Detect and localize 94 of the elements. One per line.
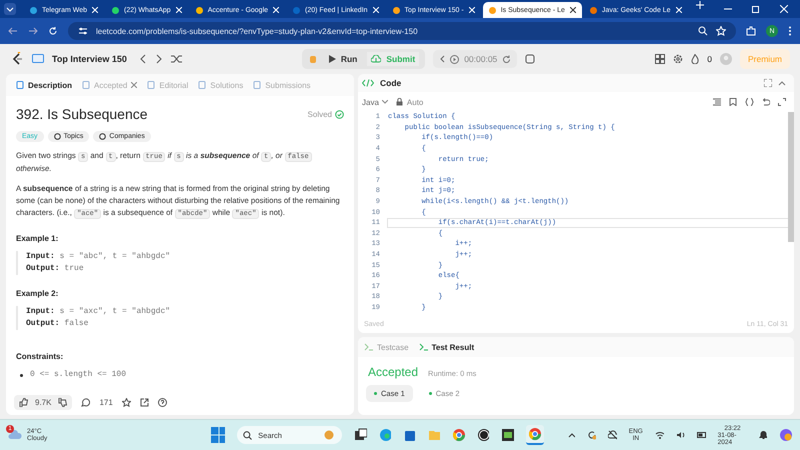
next-icon[interactable] xyxy=(154,54,163,64)
star-icon[interactable] xyxy=(122,398,131,406)
restore-icon[interactable] xyxy=(752,5,760,13)
back-icon[interactable] xyxy=(8,26,18,36)
favicon-icon xyxy=(293,6,300,14)
verdict-text: Accepted xyxy=(368,365,418,379)
extensions-icon[interactable] xyxy=(746,26,756,36)
thumbs-up-icon[interactable] xyxy=(19,398,28,406)
like-count: 9.7K xyxy=(35,398,52,406)
chrome-icon[interactable] xyxy=(452,428,465,442)
play-icon[interactable] xyxy=(450,54,460,64)
close-icon[interactable] xyxy=(570,7,576,13)
status-dot xyxy=(428,392,432,395)
braces-icon[interactable] xyxy=(745,98,754,106)
format-icon[interactable] xyxy=(713,98,721,106)
undo-icon[interactable] xyxy=(762,98,770,106)
panel-tab[interactable]: Test Result xyxy=(418,342,474,352)
expand-icon[interactable] xyxy=(778,98,786,106)
lock-icon xyxy=(396,98,403,106)
task-view-icon[interactable] xyxy=(354,428,367,442)
logo-icon[interactable] xyxy=(10,52,24,66)
settings-icon[interactable] xyxy=(673,54,684,64)
site-info-icon[interactable] xyxy=(78,26,88,36)
tab-search-icon[interactable] xyxy=(4,3,16,15)
upload-icon xyxy=(371,55,382,63)
sync-icon[interactable] xyxy=(586,430,596,440)
zoom-icon[interactable] xyxy=(698,26,708,36)
example-result-text: Output: false xyxy=(26,318,90,330)
layout-icon[interactable] xyxy=(655,54,666,64)
favicon-icon xyxy=(112,6,120,14)
collapse-icon[interactable] xyxy=(778,79,786,87)
chrome-icon[interactable] xyxy=(526,425,544,445)
like-dislike-group[interactable]: 9.7K xyxy=(14,394,72,410)
example-heading: Example 1: xyxy=(16,234,60,243)
volume-icon[interactable] xyxy=(676,431,685,439)
reload-icon[interactable] xyxy=(48,26,58,36)
terminal-icon xyxy=(418,343,428,351)
forward-icon[interactable] xyxy=(28,26,38,36)
chevron-up-icon[interactable] xyxy=(568,431,575,439)
collapse-icon[interactable] xyxy=(439,55,446,63)
bookmark-icon[interactable] xyxy=(729,98,737,106)
document-icon xyxy=(147,81,156,89)
wifi-icon[interactable] xyxy=(654,431,664,439)
thumbs-down-icon[interactable] xyxy=(58,398,68,406)
favicon-icon xyxy=(392,6,400,14)
mode-label: Auto xyxy=(406,98,424,106)
solved-status: Solved xyxy=(308,110,332,118)
run-button[interactable]: Run xyxy=(324,52,362,66)
terminal-icon xyxy=(364,343,373,351)
store-icon[interactable] xyxy=(403,428,416,442)
problem-title: 392. Is Subsequence xyxy=(16,106,148,122)
app-icon[interactable] xyxy=(501,428,514,442)
example-text: Input: s = "axc", t = "ahbgdc" xyxy=(26,306,172,318)
start-icon[interactable] xyxy=(210,427,226,443)
document-icon xyxy=(253,81,262,89)
document-icon xyxy=(198,81,206,89)
problem-list-title[interactable]: Top Interview 150 xyxy=(52,54,127,64)
constraints-heading: Constraints: xyxy=(16,352,64,361)
previous-icon[interactable] xyxy=(138,54,147,64)
battery-icon[interactable] xyxy=(696,431,706,439)
help-icon[interactable] xyxy=(158,398,167,406)
caret-icon xyxy=(382,100,388,104)
address-bar[interactable]: leetcode.com/problems/is-subsequence/?envType=study-plan-v2&envId=top-interview-150 xyxy=(68,22,736,40)
cloud-icon[interactable] xyxy=(608,430,617,440)
panel-title: Code xyxy=(380,78,402,88)
streak-count[interactable]: 0 xyxy=(707,54,712,64)
maximize-icon[interactable] xyxy=(764,79,772,87)
favicon-icon xyxy=(590,6,597,14)
share-icon[interactable] xyxy=(140,398,149,406)
favicon-icon xyxy=(196,6,203,14)
comment-icon[interactable] xyxy=(81,398,90,406)
favicon-icon xyxy=(488,6,496,14)
constraint-text: 0 <= s.length <= 100 xyxy=(30,369,126,381)
shuffle-icon[interactable] xyxy=(170,54,182,64)
example-result-text: Output: true xyxy=(26,263,85,275)
search-icon xyxy=(243,430,252,440)
scrollbar[interactable] xyxy=(788,112,794,242)
comment-count: 171 xyxy=(99,398,113,406)
play-icon xyxy=(328,55,336,63)
example-text: Input: s = "abc", t = "ahbgdc" xyxy=(26,251,172,263)
bell-icon[interactable] xyxy=(759,430,768,440)
document-icon xyxy=(16,81,24,89)
status-dot xyxy=(374,392,377,395)
copilot-icon[interactable] xyxy=(779,428,792,442)
bullet-icon xyxy=(20,374,23,376)
code-icon xyxy=(362,79,374,87)
check-icon xyxy=(335,110,344,118)
reset-icon[interactable] xyxy=(502,54,512,64)
document-icon xyxy=(82,81,90,89)
language-dropdown[interactable]: Java xyxy=(362,98,388,106)
favicon-icon xyxy=(30,6,37,14)
panel-tab[interactable]: Description xyxy=(16,80,72,90)
more-icon[interactable] xyxy=(788,26,792,36)
example-heading: Example 2: xyxy=(16,289,60,298)
